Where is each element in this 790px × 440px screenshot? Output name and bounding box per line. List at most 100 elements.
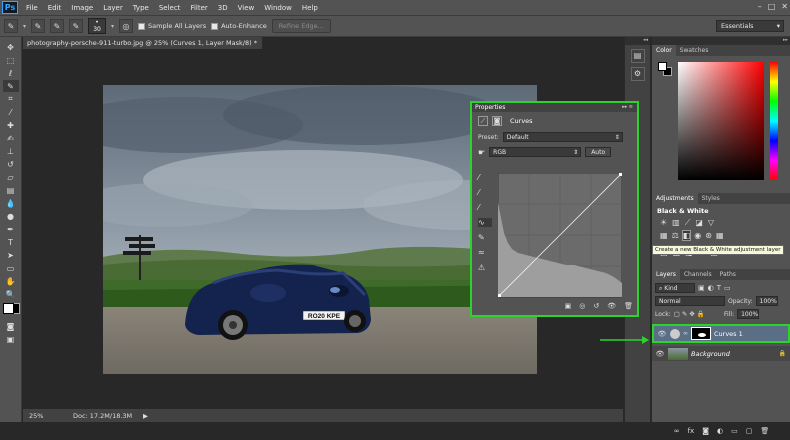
eyedropper-tool-icon[interactable]: ⁄: [3, 106, 19, 118]
subtract-from-selection-icon[interactable]: ✎: [69, 19, 84, 33]
edit-points-icon[interactable]: ∿: [478, 218, 492, 227]
screen-mode-icon[interactable]: ▣: [3, 333, 19, 345]
filter-kind-select[interactable]: ⌕ Kind: [655, 283, 695, 293]
curves-icon[interactable]: ⟋: [685, 218, 691, 228]
tab-swatches[interactable]: Swatches: [676, 45, 713, 56]
auto-button[interactable]: Auto: [585, 147, 612, 157]
clip-to-layer-icon[interactable]: ▣: [565, 302, 572, 312]
photo-filter-icon[interactable]: ◉: [694, 231, 701, 240]
history-brush-tool-icon[interactable]: ↺: [3, 158, 19, 170]
lock-icons[interactable]: ▢ ✎ ✥ 🔒: [674, 310, 705, 318]
draw-curve-icon[interactable]: ✎: [478, 233, 492, 242]
color-lookup-icon[interactable]: ▦: [716, 231, 724, 240]
channel-select[interactable]: RGB ⇕: [489, 147, 582, 157]
new-group-icon[interactable]: ▭: [731, 427, 738, 438]
maximize-icon[interactable]: □: [768, 2, 776, 11]
quick-mask-icon[interactable]: ◙: [3, 320, 19, 332]
menu-edit[interactable]: Edit: [43, 4, 67, 12]
menu-view[interactable]: View: [233, 4, 260, 12]
workspace-select[interactable]: Essentials ▾: [716, 20, 784, 32]
move-tool-icon[interactable]: ✥: [3, 41, 19, 53]
exposure-icon[interactable]: ◪: [695, 218, 703, 228]
vibrance-icon[interactable]: ▽: [708, 218, 714, 228]
curve-white-point[interactable]: [619, 173, 622, 176]
fill-input[interactable]: 100%: [737, 309, 760, 319]
menu-3d[interactable]: 3D: [213, 4, 233, 12]
opacity-input[interactable]: 100%: [755, 296, 778, 306]
menu-help[interactable]: Help: [297, 4, 323, 12]
black-white-icon[interactable]: ◧: [681, 230, 692, 241]
pen-tool-icon[interactable]: ✒: [3, 223, 19, 235]
layer-row-background[interactable]: 👁 Background 🔒: [652, 346, 790, 361]
panel-menu-icon[interactable]: ▸▸ ≡: [622, 103, 633, 112]
new-selection-icon[interactable]: ✎: [31, 19, 46, 33]
foreground-color-chip[interactable]: [658, 62, 667, 71]
menu-filter[interactable]: Filter: [185, 4, 212, 12]
view-previous-state-icon[interactable]: ◎: [579, 302, 585, 312]
layer-row-curves[interactable]: 👁 ∞ Curves 1: [652, 324, 790, 343]
sample-all-layers-checkbox[interactable]: Sample All Layers: [138, 22, 206, 30]
close-icon[interactable]: ✕: [781, 2, 788, 11]
channel-mixer-icon[interactable]: ⊛: [705, 231, 712, 240]
checkbox-box[interactable]: [138, 22, 146, 30]
layer-mask-thumbnail[interactable]: [691, 327, 711, 340]
delete-icon[interactable]: 🗑: [624, 302, 633, 312]
healing-brush-tool-icon[interactable]: ✚: [3, 119, 19, 131]
filter-type-icon[interactable]: T: [717, 284, 721, 292]
add-to-selection-icon[interactable]: ✎: [50, 19, 65, 33]
curve-black-point[interactable]: [498, 294, 501, 297]
smooth-curve-icon[interactable]: ≈: [478, 248, 492, 257]
blur-tool-icon[interactable]: 💧: [3, 197, 19, 209]
color-balance-icon[interactable]: ⚖: [672, 231, 679, 240]
quick-selection-tool-icon[interactable]: ✎: [2, 80, 19, 92]
minimize-icon[interactable]: –: [758, 2, 762, 11]
color-picker-field[interactable]: [678, 62, 764, 180]
blend-mode-select[interactable]: Normal: [655, 296, 725, 306]
brush-size-picker[interactable]: • 30: [88, 18, 107, 34]
refine-edge-button[interactable]: Refine Edge...: [271, 19, 331, 33]
menu-file[interactable]: File: [21, 4, 43, 12]
menu-layer[interactable]: Layer: [98, 4, 128, 12]
brush-settings-icon[interactable]: ◎: [119, 19, 134, 33]
tool-preset-chevron-icon[interactable]: ▾: [23, 23, 26, 30]
gray-point-eyedropper-icon[interactable]: ⁄: [478, 188, 492, 197]
on-image-adjust-icon[interactable]: ☛: [478, 148, 485, 157]
hue-slider[interactable]: [770, 62, 778, 180]
foreground-color-swatch[interactable]: [2, 303, 14, 314]
layer-name[interactable]: Background: [691, 350, 730, 358]
brush-chevron-icon[interactable]: ▾: [111, 23, 114, 30]
new-layer-icon[interactable]: ▢: [746, 427, 753, 438]
zoom-level[interactable]: 25%: [23, 412, 63, 420]
filter-shape-icon[interactable]: ▭: [724, 284, 731, 292]
brightness-contrast-icon[interactable]: ☀: [660, 218, 667, 228]
menu-window[interactable]: Window: [259, 4, 297, 12]
checkbox-box[interactable]: [211, 22, 219, 30]
hue-saturation-icon[interactable]: ▦: [660, 231, 668, 240]
gradient-tool-icon[interactable]: ▤: [3, 184, 19, 196]
white-point-eyedropper-icon[interactable]: ⁄: [478, 203, 492, 212]
link-icon[interactable]: ∞: [683, 330, 688, 337]
fx-icon[interactable]: fx: [688, 427, 695, 438]
marquee-tool-icon[interactable]: ⬚: [3, 54, 19, 66]
tab-color[interactable]: Color: [652, 45, 676, 56]
status-menu-arrow-icon[interactable]: ▶: [143, 412, 148, 420]
new-adjustment-icon[interactable]: ◐: [717, 427, 723, 438]
mask-icon[interactable]: ◙: [492, 116, 502, 126]
tab-styles[interactable]: Styles: [698, 193, 724, 204]
menu-select[interactable]: Select: [154, 4, 186, 12]
brush-tool-icon[interactable]: ✍: [3, 132, 19, 144]
filter-adjustment-icon[interactable]: ◐: [708, 284, 714, 292]
rectangle-tool-icon[interactable]: ▭: [3, 262, 19, 274]
eraser-tool-icon[interactable]: ▱: [3, 171, 19, 183]
link-layers-icon[interactable]: ∞: [674, 427, 680, 438]
tab-layers[interactable]: Layers: [652, 269, 680, 280]
add-mask-icon[interactable]: ◙: [702, 427, 709, 438]
visibility-eye-icon[interactable]: 👁: [657, 330, 667, 338]
zoom-tool-icon[interactable]: 🔍: [3, 288, 19, 300]
layer-name[interactable]: Curves 1: [714, 330, 743, 338]
clone-stamp-tool-icon[interactable]: ⊥: [3, 145, 19, 157]
lasso-tool-icon[interactable]: ℓ: [3, 67, 19, 79]
filter-pixel-icon[interactable]: ▣: [698, 284, 705, 292]
visibility-eye-icon[interactable]: 👁: [607, 302, 616, 312]
curves-icon[interactable]: ⟋: [478, 116, 488, 126]
